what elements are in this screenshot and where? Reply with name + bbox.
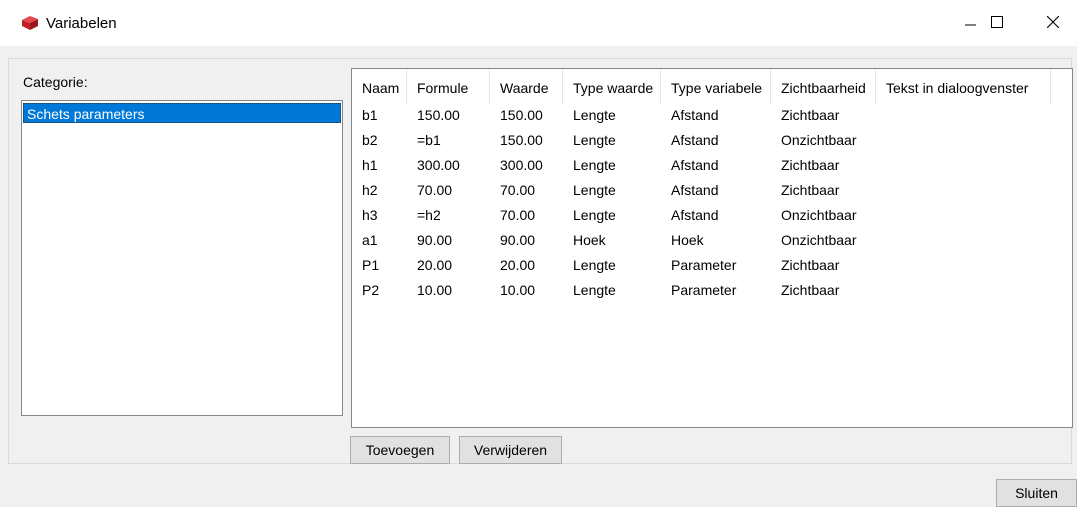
cell-waarde: 150.00 — [500, 132, 543, 148]
column-header-waarde[interactable]: Waarde — [490, 69, 563, 105]
cell-type-variabele: Afstand — [671, 157, 719, 173]
table-row[interactable]: h2 70.00 70.00 Lengte Afstand Zichtbaar — [352, 178, 1072, 203]
maximize-icon — [991, 15, 1003, 31]
cell-naam: b1 — [362, 107, 378, 123]
remove-button[interactable]: Verwijderen — [459, 436, 562, 464]
cell-type-waarde: Lengte — [573, 132, 616, 148]
table-row[interactable]: P1 20.00 20.00 Lengte Parameter Zichtbaa… — [352, 253, 1072, 278]
cell-tekst — [876, 253, 886, 278]
maximize-button[interactable] — [974, 0, 1020, 46]
table-row[interactable]: a1 90.00 90.00 Hoek Hoek Onzichtbaar — [352, 228, 1072, 253]
column-header-type-waarde[interactable]: Type waarde — [563, 69, 661, 105]
cell-zichtbaarheid: Zichtbaar — [781, 107, 840, 123]
cell-formule: 20.00 — [417, 257, 453, 273]
column-header-type-variabele[interactable]: Type variabele — [661, 69, 771, 105]
cell-waarde: 20.00 — [500, 257, 536, 273]
table-row[interactable]: h3 =h2 70.00 Lengte Afstand Onzichtbaar — [352, 203, 1072, 228]
cell-type-waarde: Lengte — [573, 282, 616, 298]
cell-formule: =b1 — [417, 132, 441, 148]
cell-tekst — [876, 228, 886, 253]
table-row[interactable]: P2 10.00 10.00 Lengte Parameter Zichtbaa… — [352, 278, 1072, 303]
cell-naam: a1 — [362, 232, 378, 248]
cell-type-variabele: Hoek — [671, 232, 704, 248]
cell-formule: 70.00 — [417, 182, 453, 198]
cell-zichtbaarheid: Zichtbaar — [781, 257, 840, 273]
cell-formule: =h2 — [417, 207, 441, 223]
cell-tekst — [876, 153, 886, 178]
category-item-schets-parameters[interactable]: Schets parameters — [23, 103, 341, 123]
close-icon — [1046, 15, 1060, 31]
cell-naam: h2 — [362, 182, 378, 198]
cell-type-waarde: Lengte — [573, 182, 616, 198]
cell-zichtbaarheid: Zichtbaar — [781, 182, 840, 198]
cell-type-waarde: Lengte — [573, 157, 616, 173]
cell-type-waarde: Lengte — [573, 207, 616, 223]
cell-type-variabele: Parameter — [671, 257, 737, 273]
cell-waarde: 150.00 — [500, 107, 543, 123]
cell-type-variabele: Parameter — [671, 282, 737, 298]
cell-zichtbaarheid: Onzichtbaar — [781, 232, 857, 248]
cell-type-variabele: Afstand — [671, 132, 719, 148]
cell-type-variabele: Afstand — [671, 182, 719, 198]
cell-type-waarde: Hoek — [573, 232, 606, 248]
cell-tekst — [876, 178, 886, 203]
cell-formule: 90.00 — [417, 232, 453, 248]
cell-formule: 10.00 — [417, 282, 453, 298]
cell-naam: P2 — [362, 282, 380, 298]
cell-type-waarde: Lengte — [573, 107, 616, 123]
column-header-tekst-in-dialoogvenster[interactable]: Tekst in dialoogvenster — [876, 69, 1051, 105]
table-row[interactable]: b2 =b1 150.00 Lengte Afstand Onzichtbaar — [352, 128, 1072, 153]
table-row[interactable]: b1 150.00 150.00 Lengte Afstand Zichtbaa… — [352, 103, 1072, 128]
cell-type-variabele: Afstand — [671, 107, 719, 123]
cell-waarde: 70.00 — [500, 207, 536, 223]
cell-waarde: 90.00 — [500, 232, 536, 248]
category-list[interactable]: Schets parameters — [21, 100, 343, 416]
cell-tekst — [876, 203, 886, 228]
cell-tekst — [876, 278, 886, 303]
table-row[interactable]: h1 300.00 300.00 Lengte Afstand Zichtbaa… — [352, 153, 1072, 178]
column-header-zichtbaarheid[interactable]: Zichtbaarheid — [771, 69, 876, 105]
cell-tekst — [876, 128, 886, 153]
cell-naam: h1 — [362, 157, 378, 173]
cell-type-variabele: Afstand — [671, 207, 719, 223]
red-book-icon — [20, 16, 40, 30]
window-title: Variabelen — [46, 15, 117, 32]
cell-tekst — [876, 103, 886, 128]
cell-naam: h3 — [362, 207, 378, 223]
cell-zichtbaarheid: Onzichtbaar — [781, 132, 857, 148]
close-dialog-button[interactable]: Sluiten — [996, 479, 1077, 507]
cell-formule: 300.00 — [417, 157, 460, 173]
category-label: Categorie: — [23, 74, 88, 90]
column-header-formule[interactable]: Formule — [407, 69, 490, 105]
cell-waarde: 300.00 — [500, 157, 543, 173]
cell-type-waarde: Lengte — [573, 257, 616, 273]
cell-zichtbaarheid: Zichtbaar — [781, 157, 840, 173]
add-button[interactable]: Toevoegen — [350, 436, 450, 464]
cell-formule: 150.00 — [417, 107, 460, 123]
close-window-button[interactable] — [1030, 0, 1076, 46]
column-header-naam[interactable]: Naam — [352, 69, 407, 105]
variables-table[interactable]: Naam Formule Waarde Type waarde Type var… — [351, 68, 1073, 428]
cell-waarde: 70.00 — [500, 182, 536, 198]
cell-waarde: 10.00 — [500, 282, 536, 298]
cell-zichtbaarheid: Zichtbaar — [781, 282, 840, 298]
table-header: Naam Formule Waarde Type waarde Type var… — [352, 69, 1072, 105]
cell-naam: b2 — [362, 132, 378, 148]
cell-naam: P1 — [362, 257, 380, 273]
cell-zichtbaarheid: Onzichtbaar — [781, 207, 857, 223]
title-bar: Variabelen — [0, 0, 1077, 46]
